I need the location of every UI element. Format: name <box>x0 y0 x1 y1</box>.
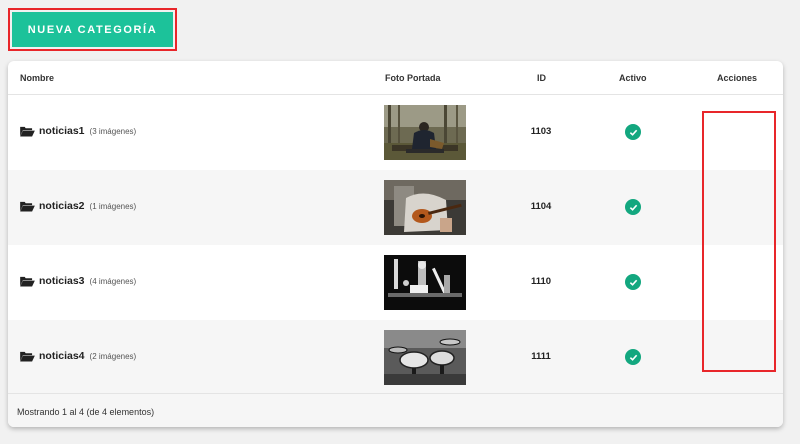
category-name: noticias4 <box>39 350 85 362</box>
category-name: noticias3 <box>39 275 85 287</box>
folder-open-icon <box>20 126 35 137</box>
category-name-cell[interactable]: noticias4 (2 imágenes) <box>20 350 136 362</box>
check-circle-icon[interactable] <box>625 124 641 140</box>
check-circle-icon[interactable] <box>625 349 641 365</box>
cover-photo[interactable] <box>384 330 466 385</box>
table-row: noticias3 (4 imágenes) 1110 <box>8 245 783 320</box>
table-footer: Mostrando 1 al 4 (de 4 elementos) <box>8 393 783 427</box>
column-header-active[interactable]: Activo <box>619 73 647 83</box>
categories-table: Nombre Foto Portada ID Activo Acciones n… <box>8 61 783 427</box>
category-name-cell[interactable]: noticias2 (1 imágenes) <box>20 200 136 212</box>
image-count: (3 imágenes) <box>89 126 137 136</box>
image-count: (1 imágenes) <box>89 201 137 211</box>
table-row: noticias2 (1 imágenes) 1104 <box>8 170 783 245</box>
check-circle-icon[interactable] <box>625 274 641 290</box>
folder-open-icon <box>20 276 35 287</box>
table-row: noticias1 (3 imágenes) 1103 <box>8 95 783 170</box>
column-header-id[interactable]: ID <box>537 73 546 83</box>
column-header-cover[interactable]: Foto Portada <box>385 73 441 83</box>
category-id: 1111 <box>531 351 551 362</box>
cover-photo[interactable] <box>384 255 466 310</box>
table-header: Nombre Foto Portada ID Activo Acciones <box>8 61 783 95</box>
check-circle-icon[interactable] <box>625 199 641 215</box>
pagination-info: Mostrando 1 al 4 (de 4 elementos) <box>17 407 155 417</box>
category-name-cell[interactable]: noticias1 (3 imágenes) <box>20 125 136 137</box>
table-row: noticias4 (2 imágenes) 1111 <box>8 320 783 395</box>
category-id: 1104 <box>530 201 552 212</box>
column-header-name[interactable]: Nombre <box>20 73 54 83</box>
folder-open-icon <box>20 201 35 212</box>
image-count: (4 imágenes) <box>89 276 137 286</box>
category-id: 1110 <box>530 276 552 287</box>
column-header-actions: Acciones <box>717 73 758 83</box>
image-count: (2 imágenes) <box>89 351 137 361</box>
category-name: noticias2 <box>39 200 85 212</box>
cover-photo[interactable] <box>384 180 466 235</box>
cover-photo[interactable] <box>384 105 466 160</box>
new-category-highlight: NUEVA CATEGORÍA <box>8 8 177 51</box>
category-name: noticias1 <box>39 125 85 137</box>
actions-column-highlight <box>702 111 776 372</box>
category-name-cell[interactable]: noticias3 (4 imágenes) <box>20 275 136 287</box>
category-id: 1103 <box>530 126 552 137</box>
new-category-button[interactable]: NUEVA CATEGORÍA <box>12 12 173 47</box>
folder-open-icon <box>20 351 35 362</box>
